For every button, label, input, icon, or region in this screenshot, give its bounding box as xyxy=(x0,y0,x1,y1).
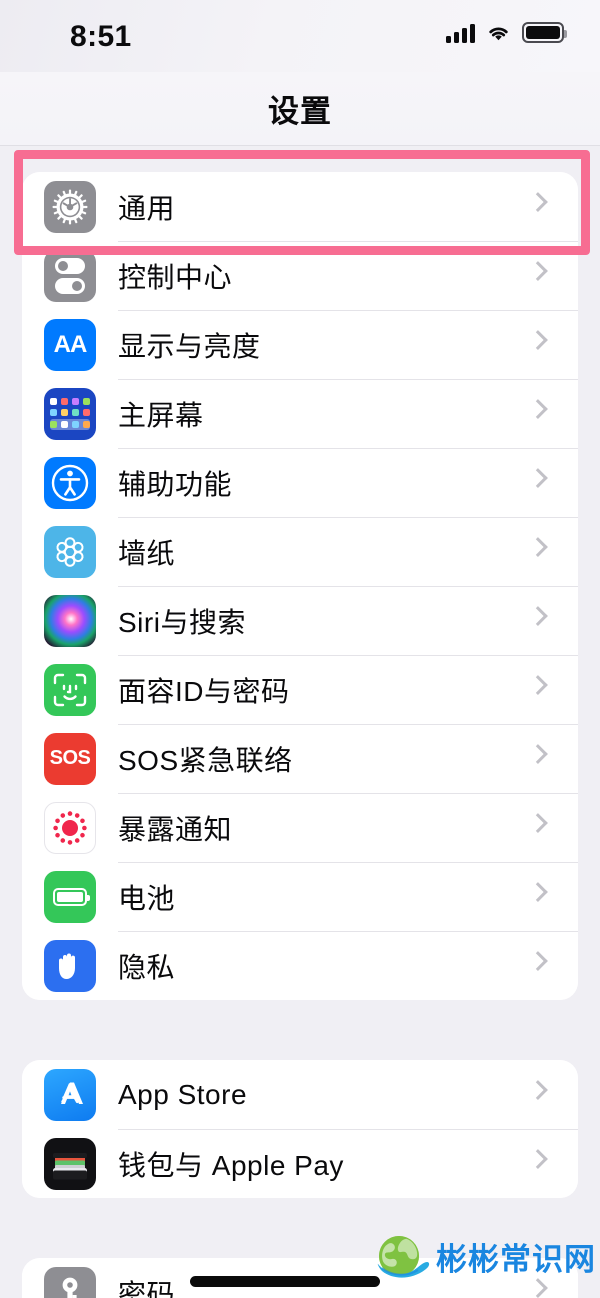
sidebar-item-label: Siri与搜索 xyxy=(118,606,246,638)
sos-icon: SOS xyxy=(44,732,96,785)
chevron-right-icon xyxy=(528,398,548,419)
watermark: 彬彬常识网 xyxy=(374,1230,600,1282)
home-dock xyxy=(50,418,90,430)
sidebar-item-accessibility[interactable]: 辅助功能 xyxy=(22,448,578,517)
sidebar-item-label: 钱包与 Apple Pay xyxy=(118,1149,344,1181)
chevron-right-icon xyxy=(528,329,548,350)
sidebar-item-general[interactable]: 通用 xyxy=(22,172,578,241)
chevron-right-icon xyxy=(528,467,548,488)
sidebar-item-app-store[interactable]: App Store xyxy=(22,1060,578,1129)
chevron-right-icon xyxy=(528,881,548,902)
home-grid xyxy=(50,397,90,416)
sidebar-item-wallpaper[interactable]: 墙纸 xyxy=(22,517,578,586)
gear-icon xyxy=(44,180,96,233)
chevron-right-icon xyxy=(528,674,548,695)
sos-glyph: SOS xyxy=(49,747,91,769)
battery-shape xyxy=(53,887,90,906)
sidebar-item-label: 通用 xyxy=(118,192,176,224)
sidebar-item-label: 辅助功能 xyxy=(118,468,233,500)
chevron-right-icon xyxy=(528,536,548,557)
sidebar-item-wallet-apple-pay[interactable]: 钱包与 Apple Pay xyxy=(22,1129,578,1198)
sidebar-item-label: App Store xyxy=(118,1078,248,1110)
redaction-bar xyxy=(190,1276,380,1287)
sidebar-item-control-center[interactable]: 控制中心 xyxy=(22,241,578,310)
face-id-icon xyxy=(44,663,96,716)
sidebar-item-exposure-notifications[interactable]: 暴露通知 xyxy=(22,793,578,862)
sidebar-item-label: 墙纸 xyxy=(118,537,176,569)
sidebar-item-face-id-passcode[interactable]: 面容ID与密码 xyxy=(22,655,578,724)
watermark-text: 彬彬常识网 xyxy=(436,1241,596,1278)
navigation-bar: 设置 xyxy=(0,72,600,146)
status-bar-time: 8:51 xyxy=(70,20,132,53)
privacy-hand-icon xyxy=(44,939,96,992)
sidebar-item-label: 主屏幕 xyxy=(118,399,204,431)
chevron-right-icon xyxy=(528,605,548,626)
sidebar-item-label: 控制中心 xyxy=(118,261,233,293)
chevron-right-icon xyxy=(528,1079,548,1100)
wifi-icon xyxy=(486,23,511,43)
chevron-right-icon xyxy=(528,743,548,764)
page-title: 设置 xyxy=(268,94,332,129)
aa-glyph: AA xyxy=(53,330,88,358)
sidebar-item-display-brightness[interactable]: AA 显示与亮度 xyxy=(22,310,578,379)
sidebar-item-home-screen[interactable]: 主屏幕 xyxy=(22,379,578,448)
accessibility-icon xyxy=(44,456,96,509)
settings-group-system: 通用 控制中心 AA 显示与亮度 主屏幕 辅助功能 墙纸 Siri与搜索 面容I… xyxy=(22,172,578,1000)
wallet-icon xyxy=(44,1137,96,1190)
passwords-key-icon xyxy=(44,1266,96,1298)
sidebar-item-label: 显示与亮度 xyxy=(118,330,261,362)
globe-icon xyxy=(377,1236,430,1278)
chevron-right-icon xyxy=(528,1148,548,1169)
sidebar-item-label: SOS紧急联络 xyxy=(118,744,293,776)
cellular-signal-icon xyxy=(446,23,475,43)
settings-group-store: App Store 钱包与 Apple Pay xyxy=(22,1060,578,1198)
exposure-notification-icon xyxy=(44,801,96,854)
display-brightness-icon: AA xyxy=(44,318,96,371)
chevron-right-icon xyxy=(528,260,548,281)
battery-icon xyxy=(522,22,567,43)
sidebar-item-emergency-sos[interactable]: SOS SOS紧急联络 xyxy=(22,724,578,793)
sidebar-item-battery[interactable]: 电池 xyxy=(22,862,578,931)
battery-settings-icon xyxy=(44,870,96,923)
sidebar-item-privacy[interactable]: 隐私 xyxy=(22,931,578,1000)
chevron-right-icon xyxy=(528,812,548,833)
home-screen-icon xyxy=(44,387,96,440)
sidebar-item-siri-search[interactable]: Siri与搜索 xyxy=(22,586,578,655)
control-center-icon xyxy=(44,249,96,302)
wallpaper-icon xyxy=(44,525,96,578)
app-store-icon xyxy=(44,1068,96,1121)
sidebar-item-label: 隐私 xyxy=(118,951,176,983)
sidebar-item-label: 暴露通知 xyxy=(118,813,233,845)
chevron-right-icon xyxy=(528,950,548,971)
sidebar-item-label: 电池 xyxy=(118,882,176,914)
sidebar-item-label: 面容ID与密码 xyxy=(118,675,290,707)
settings-scroll-area[interactable]: 通用 控制中心 AA 显示与亮度 主屏幕 辅助功能 墙纸 Siri与搜索 面容I… xyxy=(0,146,600,1298)
siri-icon xyxy=(44,594,96,647)
status-bar: 8:51 xyxy=(0,0,600,72)
chevron-right-icon xyxy=(528,191,548,212)
sidebar-item-label: 密码 xyxy=(118,1278,176,1298)
status-bar-indicators xyxy=(446,22,567,43)
